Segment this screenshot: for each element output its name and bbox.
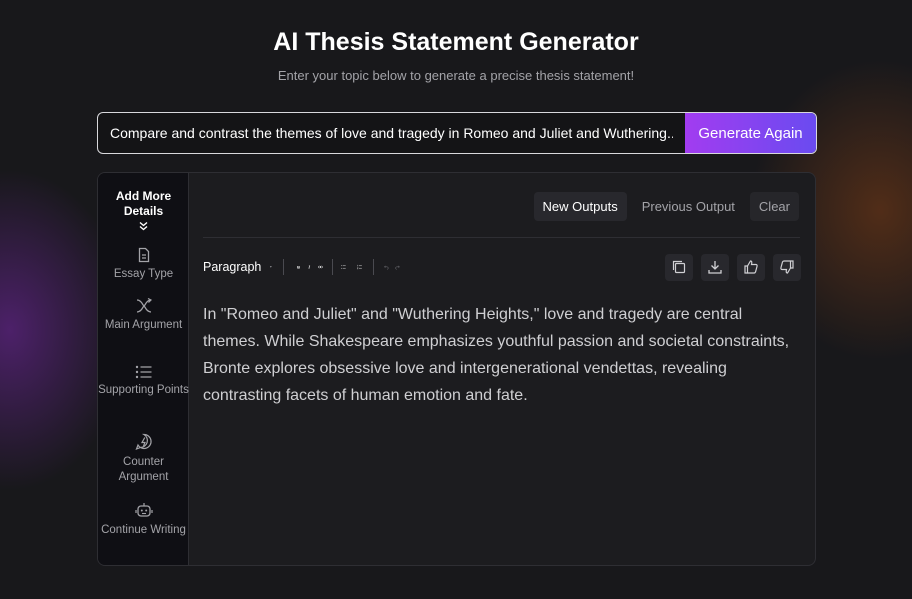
copy-button[interactable] [665, 254, 693, 281]
thumbs-down-icon [780, 260, 794, 274]
split-arrows-icon [136, 298, 152, 313]
output-tabs: New Outputs Previous Output Clear [533, 192, 799, 221]
sidebar-item-continue-writing[interactable]: Continue Writing [98, 502, 189, 538]
download-button[interactable] [701, 254, 729, 281]
caret-down-icon[interactable] [269, 263, 273, 271]
sidebar-item-label: Counter Argument [118, 456, 169, 483]
sidebar-item-supporting-points[interactable]: Supporting Points [98, 365, 189, 398]
svg-text:B: B [297, 265, 300, 270]
bullet-list-icon[interactable] [341, 259, 346, 275]
sidebar-item-essay-type[interactable]: Essay Type [98, 247, 189, 282]
sidebar-item-label: Main Argument [104, 319, 183, 331]
clear-button[interactable]: Clear [749, 192, 799, 221]
double-chevron-down-icon[interactable] [138, 221, 149, 231]
sidebar-item-label: Continue Writing [101, 524, 186, 536]
link-icon[interactable] [318, 259, 323, 275]
editor-toolbar: Paragraph B I [203, 255, 403, 279]
redo-icon[interactable] [395, 259, 400, 275]
svg-text:I: I [308, 265, 311, 270]
details-sidebar: Add More Details Essay Type Main Argumen… [98, 173, 189, 565]
undo-icon[interactable] [384, 259, 389, 275]
sidebar-item-label: Supporting Points [98, 384, 189, 396]
italic-icon[interactable]: I [307, 259, 312, 275]
bold-icon[interactable]: B [296, 259, 301, 275]
page-title: AI Thesis Statement Generator [273, 28, 639, 56]
sidebar-heading: Add More Details [115, 189, 172, 218]
page-subtitle: Enter your topic below to generate a pre… [277, 68, 635, 83]
document-icon [138, 247, 149, 263]
lightning-bubble-icon [134, 433, 152, 451]
sidebar-item-label: Essay Type [113, 268, 174, 280]
copy-icon [672, 260, 686, 274]
sidebar-item-main-argument[interactable]: Main Argument [98, 298, 189, 333]
topic-input-bar: Generate Again [97, 112, 817, 154]
thumbs-up-icon [744, 260, 758, 274]
download-icon [708, 261, 722, 274]
numbered-list-icon[interactable] [357, 259, 362, 275]
generate-again-button[interactable]: Generate Again [685, 113, 816, 153]
sidebar-item-counter-argument[interactable]: Counter Argument [98, 433, 189, 485]
block-format-select[interactable]: Paragraph [203, 260, 261, 274]
tab-previous-output[interactable]: Previous Output [633, 192, 744, 221]
thumbs-down-button[interactable] [773, 254, 801, 281]
topic-input[interactable] [98, 113, 685, 153]
tab-new-outputs[interactable]: New Outputs [533, 192, 627, 221]
robot-icon [134, 503, 153, 517]
thumbs-up-button[interactable] [737, 254, 765, 281]
toolbar-divider [203, 237, 800, 238]
generated-thesis-text: In "Romeo and Juliet" and "Wuthering Hei… [203, 306, 790, 404]
output-panel: Add More Details Essay Type Main Argumen… [97, 172, 816, 566]
list-icon [135, 365, 151, 379]
